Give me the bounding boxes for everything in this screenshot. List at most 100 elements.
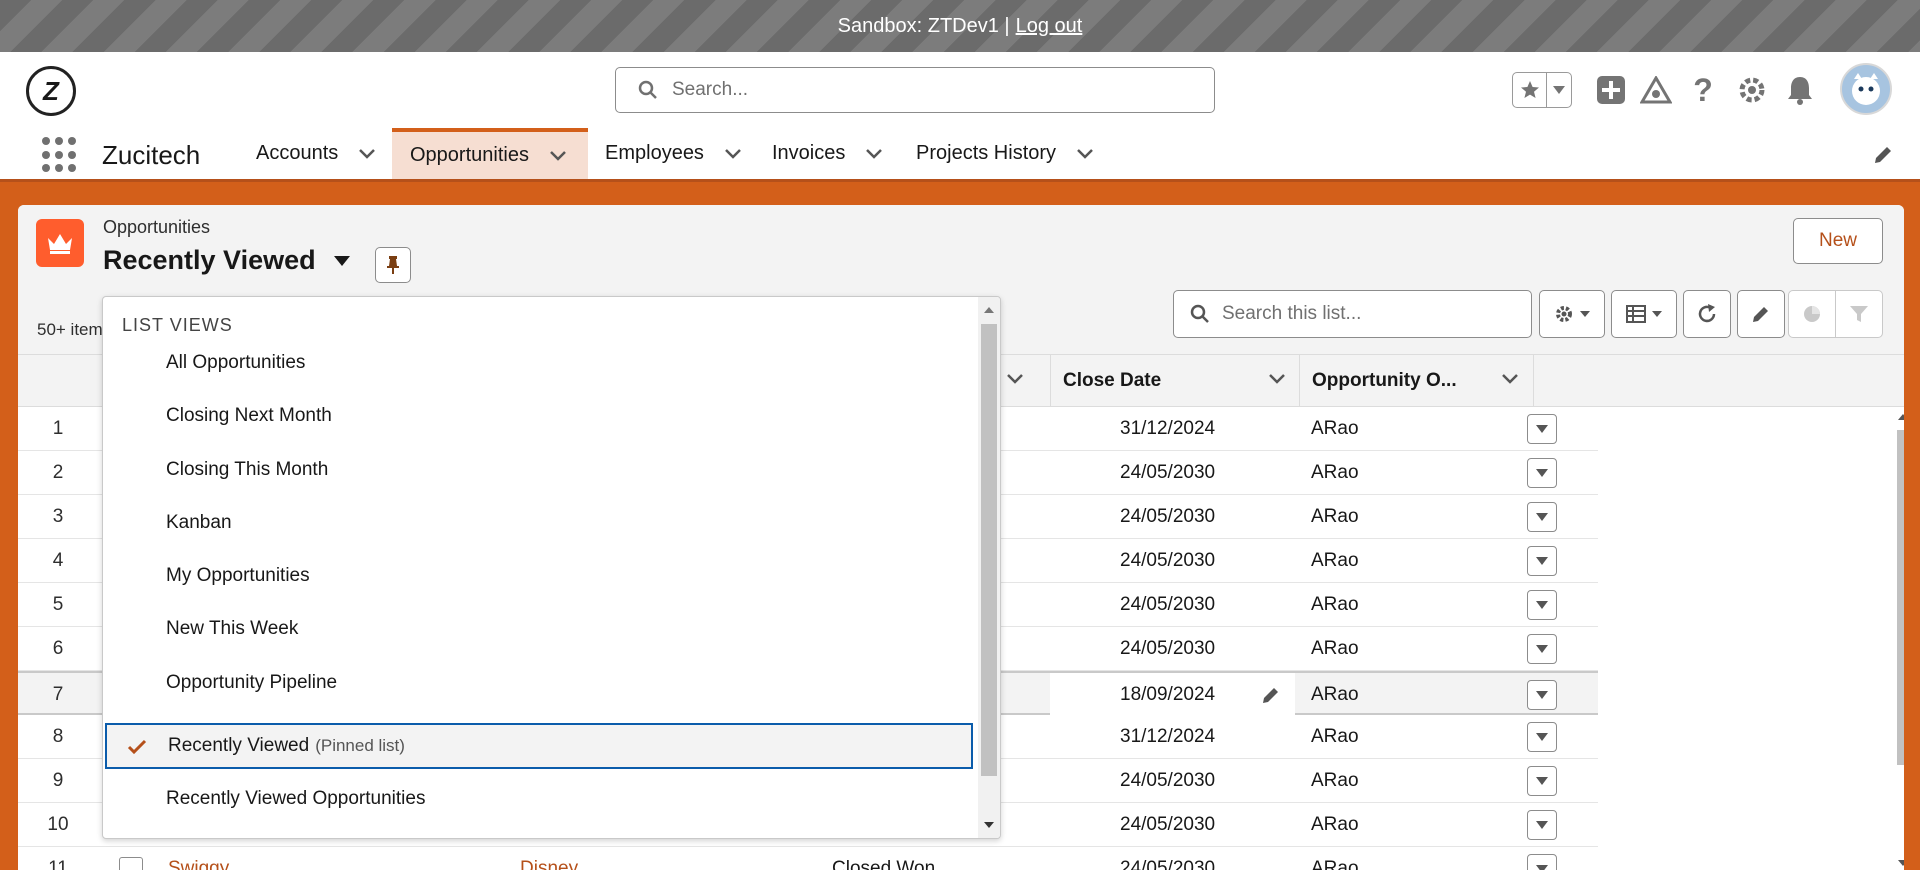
opportunity-name-link[interactable]: Swiggy [168, 847, 229, 870]
caret-down-icon [1536, 469, 1548, 477]
setup-gear-icon[interactable] [1734, 72, 1770, 108]
list-view-selector[interactable]: Recently Viewed [103, 245, 350, 276]
owner-cell[interactable]: ARao [1311, 759, 1359, 803]
inline-edit-pencil-icon[interactable] [1261, 685, 1281, 711]
company-logo[interactable]: Z [26, 66, 76, 116]
scroll-down-arrow-icon[interactable] [1898, 860, 1904, 866]
list-settings-button[interactable] [1539, 290, 1605, 338]
chevron-down-icon[interactable] [549, 150, 567, 162]
nav-item-employees[interactable]: Employees [587, 128, 760, 179]
global-actions-icon[interactable] [1593, 72, 1629, 108]
chevron-down-icon[interactable] [358, 148, 376, 160]
new-button[interactable]: New [1793, 218, 1883, 264]
row-action-button[interactable] [1527, 766, 1557, 796]
row-action-button[interactable] [1527, 414, 1557, 444]
chevron-down-icon[interactable] [865, 148, 883, 160]
refresh-button[interactable] [1683, 290, 1731, 338]
list-view-option[interactable]: Recently Viewed Opportunities [105, 775, 973, 823]
row-action-button[interactable] [1527, 634, 1557, 664]
display-as-table-button[interactable] [1611, 290, 1677, 338]
account-name-link[interactable]: Disney [520, 847, 578, 870]
row-action-button[interactable] [1527, 502, 1557, 532]
chevron-down-icon[interactable] [724, 148, 742, 160]
search-icon [638, 80, 657, 99]
row-action-button[interactable] [1527, 546, 1557, 576]
owner-cell[interactable]: ARao [1311, 539, 1359, 583]
row-action-button[interactable] [1527, 590, 1557, 620]
list-view-option-selected[interactable]: Recently Viewed (Pinned list) [105, 723, 973, 769]
filter-button[interactable] [1835, 290, 1883, 338]
help-icon[interactable]: ? [1685, 72, 1721, 108]
star-icon[interactable] [1513, 73, 1547, 107]
list-view-option[interactable]: My Opportunities [105, 552, 973, 600]
table-row[interactable]: 11 Swiggy Disney Closed Won 24/05/2030 A… [18, 847, 1598, 870]
row-checkbox[interactable] [119, 857, 143, 870]
list-view-option[interactable]: Closing Next Month [105, 392, 973, 440]
owner-cell[interactable]: ARao [1311, 627, 1359, 671]
owner-cell[interactable]: ARao [1311, 495, 1359, 539]
scroll-up-arrow-icon[interactable] [984, 307, 994, 313]
row-action-button[interactable] [1527, 810, 1557, 840]
owner-cell[interactable]: ARao [1311, 407, 1359, 451]
chevron-down-icon[interactable] [1006, 373, 1024, 385]
caret-down-icon [1536, 691, 1548, 699]
column-header-owner[interactable]: Opportunity O... [1299, 355, 1534, 407]
close-date-cell: 31/12/2024 [1120, 726, 1216, 747]
owner-cell[interactable]: ARao [1311, 451, 1359, 495]
scroll-down-arrow-icon[interactable] [984, 822, 994, 828]
user-avatar[interactable] [1840, 63, 1892, 115]
trailhead-icon[interactable] [1638, 72, 1674, 108]
caret-down-icon[interactable] [333, 255, 350, 266]
nav-item-projects-history[interactable]: Projects History [898, 128, 1112, 179]
list-search-input[interactable]: Search this list... [1173, 290, 1532, 338]
favorites-button[interactable] [1512, 72, 1572, 108]
owner-cell[interactable]: ARao [1311, 847, 1359, 870]
row-action-button[interactable] [1527, 458, 1557, 488]
chevron-down-icon[interactable] [1076, 148, 1094, 160]
sandbox-banner: Sandbox: ZTDev1 | Log out [0, 0, 1920, 52]
nav-item-label: Projects History [916, 142, 1057, 164]
row-number: 4 [52, 550, 64, 571]
list-views-heading: LIST VIEWS [122, 315, 233, 335]
list-view-option[interactable]: New This Week [105, 605, 973, 653]
dropdown-scrollbar[interactable] [978, 297, 1000, 838]
owner-cell[interactable]: ARao [1311, 583, 1359, 627]
table-scrollbar-thumb[interactable] [1897, 430, 1904, 765]
close-date-cell: 24/05/2030 [1120, 770, 1216, 791]
charts-button[interactable] [1788, 290, 1836, 338]
notifications-bell-icon[interactable] [1782, 72, 1818, 108]
chevron-down-icon[interactable] [1501, 373, 1519, 385]
global-header: Z Search... ? [0, 52, 1920, 128]
favorites-menu-icon[interactable] [1547, 73, 1571, 107]
table-scrollbar[interactable] [1894, 410, 1904, 870]
nav-item-accounts[interactable]: Accounts [238, 128, 394, 179]
scroll-up-arrow-icon[interactable] [1898, 414, 1904, 420]
list-view-option[interactable]: Opportunity Pipeline [105, 659, 973, 707]
owner-cell[interactable]: ARao [1311, 715, 1359, 759]
row-action-button[interactable] [1527, 722, 1557, 752]
row-action-button[interactable] [1527, 854, 1557, 870]
close-date-cell: 18/09/2024 [1120, 684, 1216, 705]
pin-list-button[interactable] [375, 247, 411, 283]
dropdown-scrollbar-thumb[interactable] [981, 324, 997, 776]
column-header-close-date[interactable]: Close Date [1050, 355, 1300, 407]
logout-link[interactable]: Log out [1016, 15, 1083, 38]
edit-nav-pencil-icon[interactable] [1872, 144, 1894, 171]
nav-item-opportunities[interactable]: Opportunities [392, 128, 588, 179]
owner-cell[interactable]: ARao [1311, 803, 1359, 847]
app-launcher-icon[interactable] [42, 137, 78, 173]
list-view-option-label: Closing Next Month [166, 405, 332, 426]
list-view-option[interactable]: Kanban [105, 499, 973, 547]
caret-down-icon [1580, 311, 1590, 317]
edit-list-button[interactable] [1737, 290, 1785, 338]
nav-item-invoices[interactable]: Invoices [754, 128, 901, 179]
global-search-input[interactable]: Search... [615, 67, 1215, 113]
list-view-option[interactable]: All Opportunities [105, 339, 973, 387]
list-view-option-label: All Opportunities [166, 352, 306, 373]
row-number: 7 [52, 684, 64, 705]
row-action-button[interactable] [1527, 680, 1557, 710]
close-date-cell: 24/05/2030 [1120, 506, 1216, 527]
chevron-down-icon[interactable] [1268, 373, 1286, 385]
list-view-option[interactable]: Closing This Month [105, 446, 973, 494]
owner-cell[interactable]: ARao [1311, 673, 1359, 717]
